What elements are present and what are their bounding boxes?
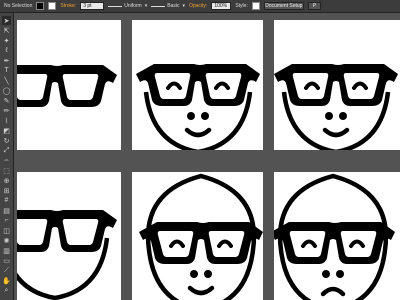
variable-width-profile[interactable]: Uniform ▾ [108,3,147,9]
type-tool-icon[interactable]: T [2,66,11,75]
fill-swatch[interactable] [36,2,45,10]
bald-head-artwork [139,173,263,300]
gradient-tool-icon[interactable]: ▤ [2,206,11,215]
preferences-button[interactable]: P [307,2,322,10]
zoom-tool-icon[interactable]: ⌕ [2,286,11,295]
blob-brush-tool-icon[interactable]: ⌇ [2,116,11,125]
tools-panel: ➤ ⇱ ✦ ℓ ✒ T ╲ ◯ ✎ ✏ ⌇ ◩ ↻ ⤢ ⇔ ⬚ ⊕ ⊞ # ▤ ⌐ ◫ ✺ ▥ ▭ ⟋ ✋ ⌕ [0,13,14,300]
symbol-sprayer-tool-icon[interactable]: ✺ [2,236,11,245]
selection-tool-icon[interactable]: ➤ [2,16,11,25]
style-swatch[interactable] [251,2,260,10]
width-tool-icon[interactable]: ⇔ [2,156,11,165]
glasses-artwork [17,65,117,107]
direct-selection-tool-icon[interactable]: ⇱ [2,26,11,35]
opacity-label[interactable]: Opacity: [189,3,207,9]
line-tool-icon[interactable]: ╲ [2,76,11,85]
paintbrush-tool-icon[interactable]: ✎ [2,96,11,105]
document-setup-button[interactable]: Document Setup [263,2,304,10]
eyedropper-tool-icon[interactable]: ⌐ [2,216,11,225]
face-artwork [274,64,398,150]
pen-tool-icon[interactable]: ✒ [2,56,11,65]
slice-tool-icon[interactable]: ⟋ [2,266,11,275]
artboard-2[interactable] [132,20,263,150]
bald-head-artwork [274,173,395,300]
lasso-tool-icon[interactable]: ℓ [2,46,11,55]
opacity-field[interactable]: 100% [211,2,232,10]
stroke-swatch[interactable] [48,2,57,10]
free-transform-tool-icon[interactable]: ⬚ [2,166,11,175]
rotate-tool-icon[interactable]: ↻ [2,136,11,145]
artboard-6[interactable] [274,172,400,300]
perspective-grid-tool-icon[interactable]: ⊞ [2,186,11,195]
selection-status: No Selection [4,3,33,9]
column-graph-tool-icon[interactable]: ▥ [2,246,11,255]
stroke-weight-field[interactable]: 3 pt [80,2,105,10]
blend-tool-icon[interactable]: ◫ [2,226,11,235]
face-artwork [136,64,260,150]
brush-label: Basic [167,3,180,9]
magic-wand-tool-icon[interactable]: ✦ [2,36,11,45]
glasses-chin-artwork [17,210,117,300]
shape-builder-tool-icon[interactable]: ⊕ [2,176,11,185]
scale-tool-icon[interactable]: ⤢ [2,146,11,155]
eraser-tool-icon[interactable]: ◩ [2,126,11,135]
artboard-3[interactable] [274,20,400,150]
ellipse-tool-icon[interactable]: ◯ [2,86,11,95]
artboard-tool-icon[interactable]: ▭ [2,256,11,265]
mesh-tool-icon[interactable]: # [2,196,11,205]
pencil-tool-icon[interactable]: ✏ [2,106,11,115]
stroke-label[interactable]: Stroke: [60,3,76,9]
artboard-5[interactable] [132,172,263,300]
control-bar: No Selection Stroke: 3 pt Uniform ▾ Basic… [0,0,400,13]
artboard-4[interactable] [17,172,121,300]
hand-tool-icon[interactable]: ✋ [2,276,11,285]
profile-label: Uniform [124,3,142,9]
artboard-1[interactable] [17,20,121,150]
brush-definition[interactable]: Basic ▾ [151,3,185,9]
style-label: Style: [235,3,248,9]
